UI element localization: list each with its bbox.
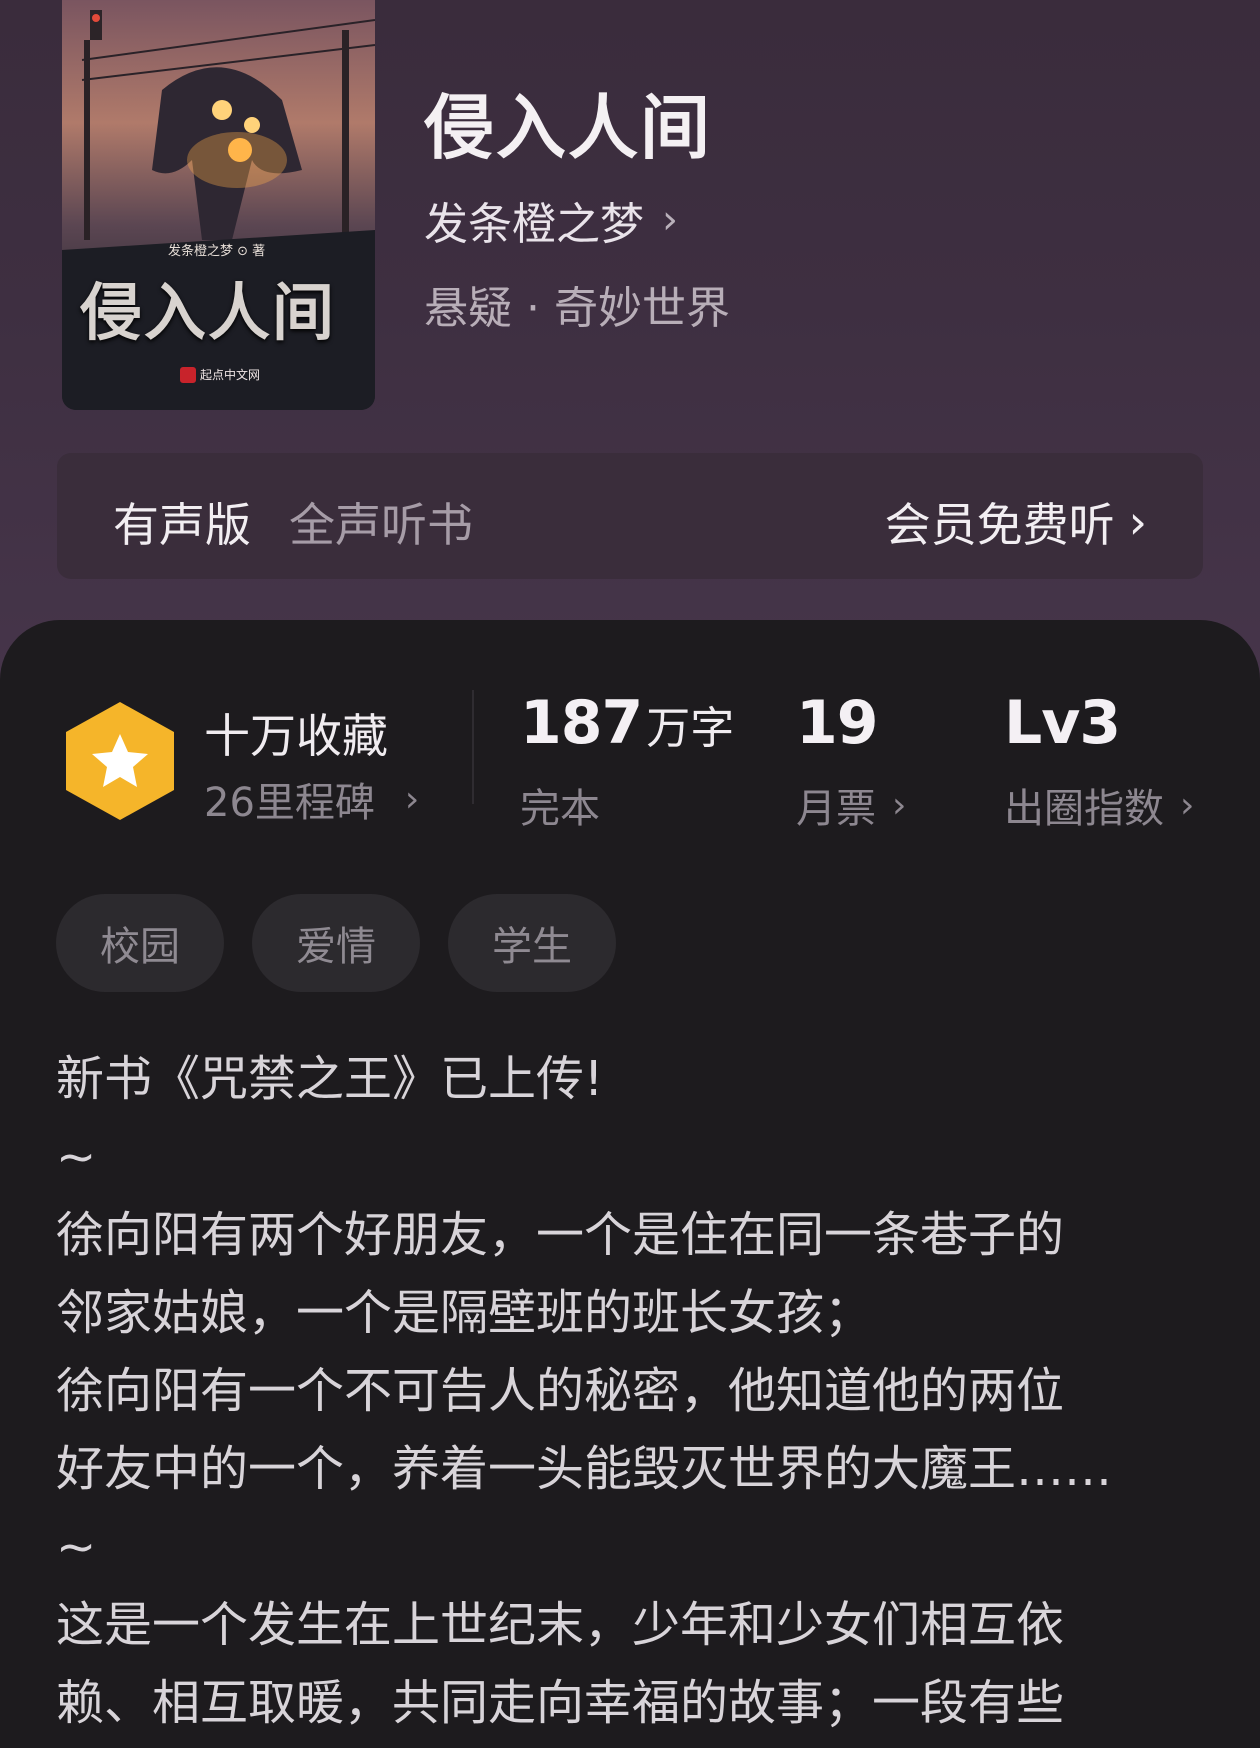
cover-title: 侵入人间 <box>80 276 337 349</box>
book-title: 侵入人间 <box>424 86 712 169</box>
chevron-right-icon: › <box>892 784 907 826</box>
chevron-right-icon: › <box>404 778 420 820</box>
description-line: 徐向阳有两个好朋友，一个是住在同一条巷子的 <box>56 1207 1065 1263</box>
cover-publisher: 起点中文网 <box>180 366 260 383</box>
stats-divider <box>472 690 474 804</box>
monthly-ticket-link[interactable]: 月票 › <box>796 776 906 834</box>
description-line: 新书《咒禁之王》已上传! <box>56 1051 604 1107</box>
milestone-count: 26里程碑 <box>204 780 375 826</box>
description-line: 赖、相互取暖，共同走向幸福的故事；一段有些 <box>56 1675 1065 1731</box>
book-description[interactable]: 新书《咒禁之王》已上传! ~ 徐向阳有两个好朋友，一个是住在同一条巷子的 邻家姑… <box>56 1040 1216 1742</box>
description-line: ~ <box>56 1519 97 1575</box>
description-line: 邻家姑娘，一个是隔壁班的班长女孩； <box>56 1285 873 1341</box>
milestone-link[interactable]: 26里程碑 › <box>204 770 419 828</box>
tag-chip[interactable]: 爱情 <box>252 894 420 992</box>
word-count: 187 万字 <box>520 688 734 758</box>
description-line: 好友中的一个，养着一头能毁灭世界的大魔王…… <box>56 1441 1113 1497</box>
book-genre: 悬疑 · 奇妙世界 <box>424 283 730 334</box>
member-listen-button[interactable]: 会员免费听 › <box>885 489 1147 555</box>
star-badge-icon <box>66 702 174 820</box>
collection-milestone[interactable]: 十万收藏 <box>204 700 388 766</box>
completion-status: 完本 <box>520 786 600 832</box>
word-count-unit: 万字 <box>646 703 735 754</box>
word-count-value: 187 <box>520 688 643 758</box>
tag-chip[interactable]: 校园 <box>56 894 224 992</box>
book-cover[interactable]: 发条橙之梦 ⊙ 著 侵入人间 起点中文网 <box>62 0 375 410</box>
description-line: ~ <box>56 1129 97 1185</box>
publisher-logo-icon <box>180 366 196 383</box>
chevron-right-icon: › <box>662 197 678 243</box>
cover-publisher-text: 起点中文网 <box>200 368 261 382</box>
monthly-ticket-label: 月票 <box>796 786 876 832</box>
tag-list: 校园 爱情 学生 <box>56 894 616 992</box>
tag-chip[interactable]: 学生 <box>448 894 616 992</box>
audiobook-banner[interactable]: 有声版 全声听书 会员免费听 › <box>57 453 1203 579</box>
popularity-index-link[interactable]: 出圈指数 › <box>1004 776 1194 834</box>
audiobook-subtitle: 全声听书 <box>289 498 473 552</box>
description-line: 徐向阳有一个不可告人的秘密，他知道他的两位 <box>56 1363 1065 1419</box>
popularity-index-value[interactable]: Lv3 <box>1004 688 1121 758</box>
audiobook-label: 有声版 <box>113 498 251 552</box>
author-link[interactable]: 发条橙之梦 › <box>424 188 678 252</box>
author-name: 发条橙之梦 <box>424 199 644 250</box>
monthly-ticket-value[interactable]: 19 <box>796 688 878 758</box>
chevron-right-icon: › <box>1180 784 1195 826</box>
popularity-index-label: 出圈指数 <box>1004 786 1164 832</box>
description-line: 这是一个发生在上世纪末，少年和少女们相互依 <box>56 1597 1065 1653</box>
cover-author: 发条橙之梦 ⊙ 著 <box>168 244 266 259</box>
chevron-right-icon: › <box>1128 495 1147 549</box>
member-listen-label: 会员免费听 <box>884 498 1115 552</box>
